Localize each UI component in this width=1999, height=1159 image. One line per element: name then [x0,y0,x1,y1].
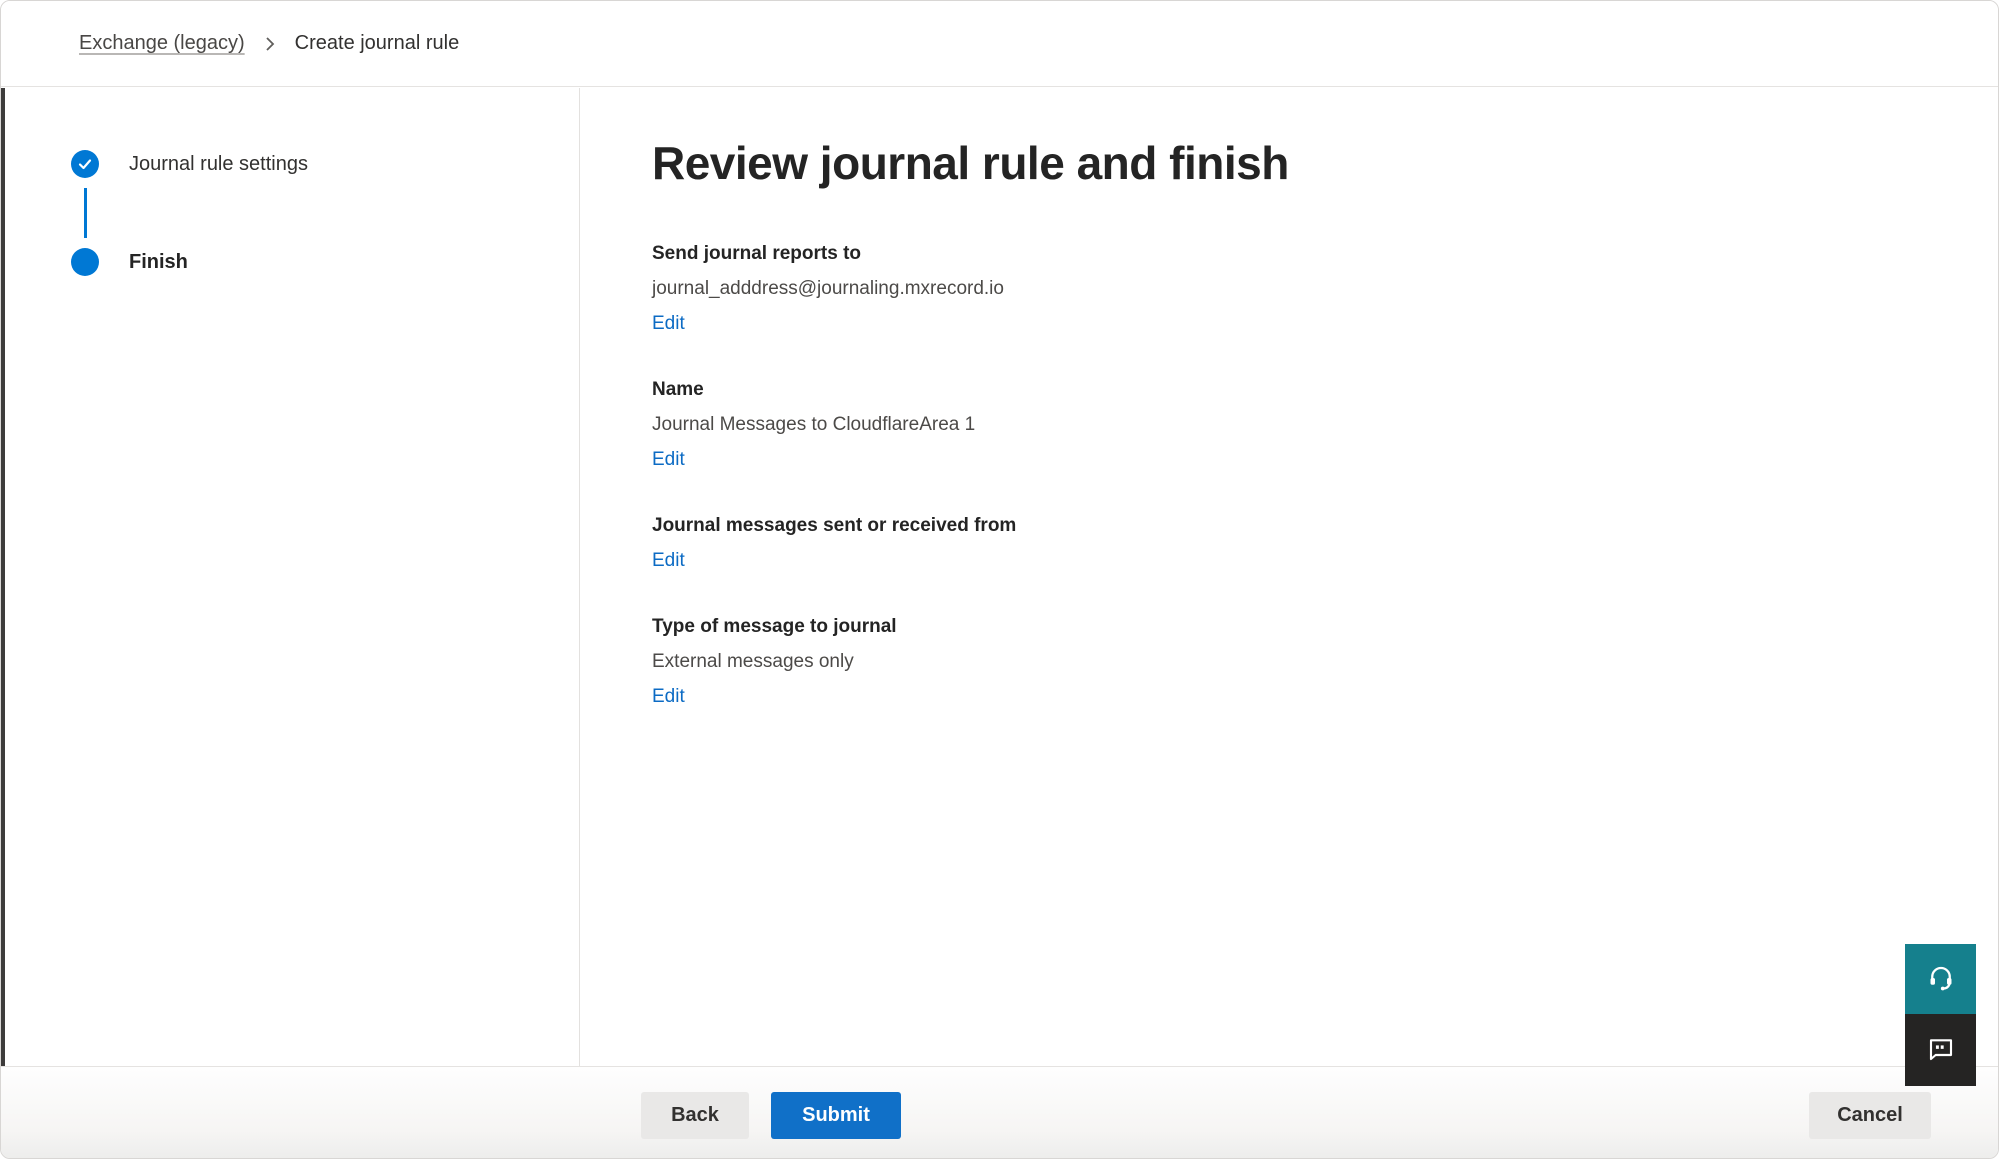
check-icon [71,150,99,178]
wizard-step-label: Journal rule settings [129,153,308,176]
edit-message-type-link[interactable]: Edit [652,679,685,714]
section-send-journal-reports-to: Send journal reports to journal_adddress… [652,236,1958,341]
breadcrumb-current-page: Create journal rule [295,32,460,55]
wizard-step-label: Finish [129,251,188,274]
breadcrumb: Exchange (legacy) Create journal rule [1,1,1998,87]
headset-icon [1926,963,1956,996]
filled-dot-icon [71,248,99,276]
wizard-footer: Back Submit Cancel [1,1066,1998,1158]
chevron-right-icon [263,34,277,54]
feedback-icon [1925,1033,1957,1068]
wizard-step-finish[interactable]: Finish [71,248,579,276]
breadcrumb-link-exchange-legacy[interactable]: Exchange (legacy) [79,32,245,55]
step-connector-line [84,188,87,238]
rule-name-value: Journal Messages to CloudflareArea 1 [652,407,1958,442]
cancel-button[interactable]: Cancel [1809,1092,1931,1139]
create-journal-rule-window: Exchange (legacy) Create journal rule Jo… [0,0,1999,1159]
section-name: Name Journal Messages to CloudflareArea … [652,372,1958,477]
message-type-value: External messages only [652,644,1958,679]
section-type-of-message: Type of message to journal External mess… [652,609,1958,714]
page-title: Review journal rule and finish [652,136,1958,190]
section-label: Send journal reports to [652,236,1958,271]
edit-sent-or-received-link[interactable]: Edit [652,543,685,578]
help-support-button[interactable] [1905,944,1976,1014]
section-label: Journal messages sent or received from [652,508,1958,543]
body-area: Journal rule settings Finish Review jour… [1,88,1998,1066]
review-content: Review journal rule and finish Send jour… [580,88,1998,1066]
section-label: Name [652,372,1958,407]
submit-button[interactable]: Submit [771,1092,901,1139]
edit-send-journal-reports-link[interactable]: Edit [652,306,685,341]
back-button[interactable]: Back [641,1092,749,1139]
wizard-steps-panel: Journal rule settings Finish [5,88,580,1066]
edit-name-link[interactable]: Edit [652,442,685,477]
wizard-step-journal-rule-settings[interactable]: Journal rule settings [71,150,579,178]
journal-report-address-value: journal_adddress@journaling.mxrecord.io [652,271,1958,306]
feedback-button[interactable] [1905,1014,1976,1086]
section-journal-messages-sent-or-received: Journal messages sent or received from E… [652,508,1958,578]
section-label: Type of message to journal [652,609,1958,644]
